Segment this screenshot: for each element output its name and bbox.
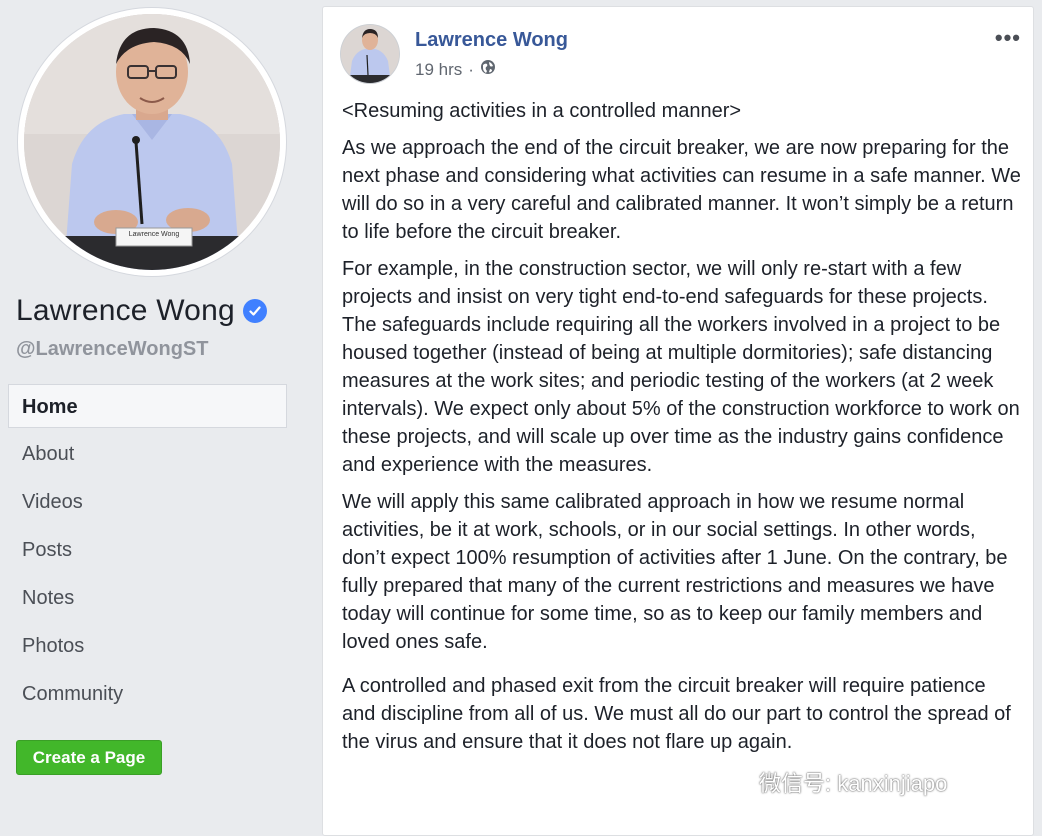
post-paragraph: For example, in the construction sector,… [342, 258, 1020, 476]
post-paragraph: A controlled and phased exit from the ci… [342, 675, 1011, 753]
page-nav: Home About Videos Posts Notes Photos Com… [8, 384, 287, 720]
post-paragraph: We will apply this same calibrated appro… [342, 491, 1008, 653]
profile-avatar[interactable]: Lawrence Wong [18, 8, 286, 276]
profile-photo: Lawrence Wong [24, 14, 280, 270]
watermark-text: 微信号: kanxinjiapo [759, 771, 948, 796]
post-author-name[interactable]: Lawrence Wong [415, 29, 568, 52]
post-card: Lawrence Wong 19 hrs · ••• <Resuming act… [322, 6, 1034, 836]
wechat-icon [717, 765, 751, 799]
post-paragraph: <Resuming activities in a controlled man… [342, 100, 742, 122]
nav-item-home[interactable]: Home [8, 384, 287, 428]
watermark: 微信号: kanxinjiapo [717, 765, 947, 799]
post-text: <Resuming activities in a controlled man… [342, 97, 1022, 765]
post-author-avatar[interactable] [341, 25, 399, 83]
post-paragraph: As we approach the end of the circuit br… [342, 137, 1021, 243]
post-timestamp[interactable]: 19 hrs [415, 60, 462, 80]
nav-item-videos[interactable]: Videos [8, 480, 287, 524]
create-page-button[interactable]: Create a Page [16, 740, 162, 775]
more-options-button[interactable]: ••• [995, 25, 1021, 51]
post-meta: 19 hrs · [415, 59, 496, 80]
globe-icon[interactable] [480, 59, 496, 80]
meta-separator: · [468, 59, 474, 79]
nav-item-community[interactable]: Community [8, 672, 287, 716]
nav-item-posts[interactable]: Posts [8, 528, 287, 572]
verified-badge-icon [242, 299, 267, 323]
profile-sidebar: Lawrence Wong Lawrence Wong @LawrenceWon… [0, 0, 304, 826]
nav-item-notes[interactable]: Notes [8, 576, 287, 620]
nav-item-about[interactable]: About [8, 432, 287, 476]
nav-item-photos[interactable]: Photos [8, 624, 287, 668]
page-title[interactable]: Lawrence Wong [16, 294, 267, 328]
profile-handle[interactable]: @LawrenceWongST [16, 338, 209, 361]
profile-name: Lawrence Wong [16, 294, 235, 327]
name-plate-text: Lawrence Wong [128, 231, 180, 238]
